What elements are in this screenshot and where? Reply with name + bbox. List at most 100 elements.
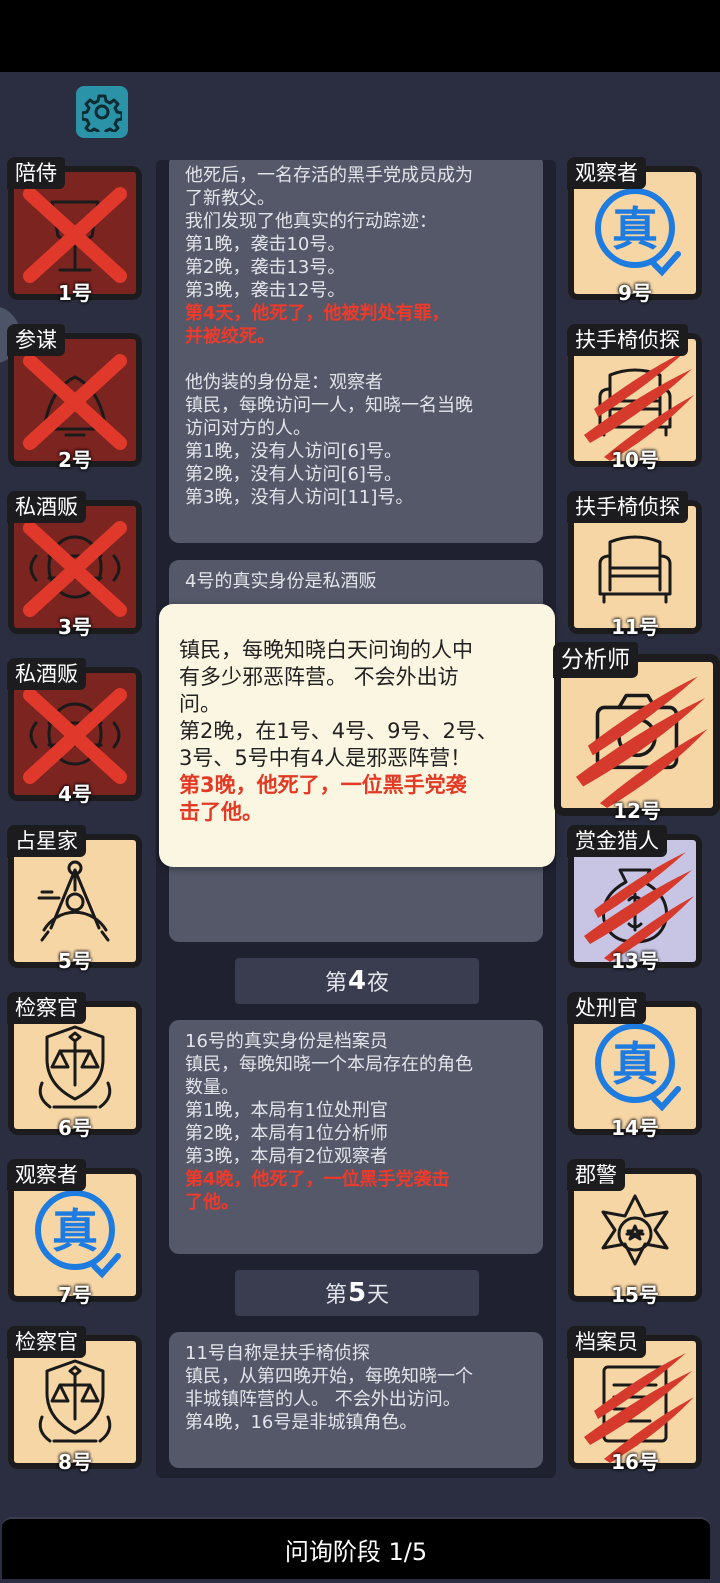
role-portrait: 真 [574, 172, 696, 294]
player-number: 1号 [58, 281, 92, 305]
role-portrait [574, 339, 696, 461]
status-bar [0, 0, 720, 72]
log-line: 第1晚，本局有1位处刑官 [185, 1100, 388, 1121]
player-card-3[interactable]: 私酒贩 3号 [7, 491, 142, 640]
player-card-6[interactable]: 检察官 6号 [7, 992, 142, 1141]
role-label: 检察官 [7, 1326, 86, 1358]
player-card-5[interactable]: 占星家 5号 [7, 825, 142, 974]
log-line: 我们发现了他真实的行动踪迹： [185, 211, 437, 232]
role-portrait: 真 [14, 1174, 136, 1296]
true-stamp-icon: 真 [595, 188, 681, 277]
role-portrait [14, 673, 136, 795]
player-number: 10号 [611, 448, 659, 472]
sextant-icon [37, 860, 110, 942]
dead-x-mark [23, 521, 127, 617]
role-portrait [14, 1007, 136, 1129]
role-portrait [574, 1341, 696, 1463]
log-line: 第3晚，本局有2位观察者 [185, 1146, 388, 1167]
player-number: 12号 [613, 799, 661, 823]
role-info-popup[interactable]: 镇民，每晚知晓白天问询的人中 有多少邪恶阵营。 不会外出访 问。第2晚，在1号、4号… [159, 604, 555, 867]
role-label: 郡警 [567, 1159, 625, 1191]
popup-line: 第2晚，在1号、4号、9号、2号、 [179, 719, 498, 743]
role-portrait [14, 172, 136, 294]
log-message: 他死后，一名存活的黑手党成员成为 了新教父。 我们发现了他真实的行动踪迹： 第1晚，袭… [169, 160, 543, 543]
log-line: 镇民，从第四晚开始，每晚知晓一个 [185, 1366, 473, 1387]
claw-slash-mark [575, 676, 708, 808]
player-number: 11号 [611, 615, 659, 639]
player-number: 9号 [618, 281, 652, 305]
svg-text:真: 真 [52, 1204, 98, 1258]
day-5-banner: 第5天 [235, 1270, 479, 1316]
svg-text:真: 真 [612, 1037, 658, 1091]
player-card-16[interactable]: 档案员 16号 [567, 1326, 702, 1475]
settings-button[interactable] [76, 86, 128, 138]
popup-line: 3号、5号中有4人是邪恶阵营！ [179, 746, 472, 770]
player-number: 5号 [58, 949, 92, 973]
player-number: 13号 [611, 949, 659, 973]
player-card-12[interactable]: 分析师 12号 [553, 642, 720, 824]
player-card-8[interactable]: 检察官 8号 [7, 1326, 142, 1475]
phase-bar: 问询阶段 1/5 [2, 1517, 710, 1579]
log-line-highlight: 第4晚，他死了，一位黑手党袭击 [185, 1169, 450, 1190]
role-label: 观察者 [7, 1159, 86, 1191]
player-number: 4号 [58, 782, 92, 806]
true-stamp-icon: 真 [35, 1190, 121, 1279]
player-card-14[interactable]: 真 处刑官 14号 [567, 992, 702, 1141]
role-label: 处刑官 [567, 992, 646, 1024]
log-message: 16号的真实身份是档案员 镇民，每晚知晓一个本局存在的角色 数量。 第1晚，本局有1位… [169, 1020, 543, 1254]
player-card-11[interactable]: 扶手椅侦探 11号 [567, 491, 702, 640]
role-label: 占星家 [7, 825, 86, 857]
role-portrait [574, 840, 696, 962]
role-portrait [14, 506, 136, 628]
role-portrait: 真 [574, 1007, 696, 1129]
justice-shield-icon [38, 1025, 112, 1109]
log-line: 他伪装的身份是：观察者 [185, 372, 383, 393]
role-label: 参谋 [7, 324, 65, 356]
popup-line-highlight: 第3晚，他死了，一位黑手党袭 [179, 773, 467, 797]
night-4-banner: 第4夜 [235, 958, 479, 1004]
player-card-2[interactable]: 参谋 2号 [7, 324, 142, 473]
log-line: 数量。 [185, 1077, 239, 1098]
log-line: 第2晚，袭击13号。 [185, 257, 346, 278]
sheriff-star-icon [601, 1194, 669, 1266]
player-number: 7号 [58, 1283, 92, 1307]
player-card-9[interactable]: 真 观察者 9号 [567, 157, 702, 306]
role-portrait [14, 339, 136, 461]
log-line: 访问对方的人。 [185, 418, 311, 439]
player-card-15[interactable]: 郡警 15号 [567, 1159, 702, 1308]
claw-slash-mark [584, 351, 694, 461]
log-line-highlight: 了他。 [185, 1192, 239, 1213]
log-line: 16号的真实身份是档案员 [185, 1031, 388, 1052]
role-label: 观察者 [567, 157, 646, 189]
claw-slash-mark [584, 1353, 694, 1463]
log-line: 11号自称是扶手椅侦探 [185, 1343, 370, 1364]
player-card-4[interactable]: 私酒贩 4号 [7, 658, 142, 807]
log-line: 镇民，每晚知晓一个本局存在的角色 [185, 1054, 473, 1075]
popup-line: 镇民，每晚知晓白天问询的人中 [179, 638, 473, 662]
role-portrait [574, 506, 696, 628]
log-line: 他死后，一名存活的黑手党成员成为 [185, 165, 473, 186]
dead-x-mark [23, 354, 127, 450]
player-number: 2号 [58, 448, 92, 472]
log-line: 第3晚，袭击12号。 [185, 280, 346, 301]
popup-line: 有多少邪恶阵营。 不会外出访 [179, 665, 459, 689]
player-card-10[interactable]: 扶手椅侦探 10号 [567, 324, 702, 473]
log-line: 第4晚，16号是非城镇角色。 [185, 1412, 418, 1433]
claw-slash-mark [584, 852, 694, 962]
role-label: 赏金猎人 [567, 825, 667, 857]
log-line: 镇民，每晚访问一人，知晓一名当晚 [185, 395, 473, 416]
log-line-highlight: 第4天，他死了，他被判处有罪， [185, 303, 450, 324]
player-card-13[interactable]: 赏金猎人 13号 [567, 825, 702, 974]
role-label: 扶手椅侦探 [567, 491, 688, 523]
player-card-7[interactable]: 真 观察者 7号 [7, 1159, 142, 1308]
role-label: 分析师 [553, 642, 638, 678]
player-card-1[interactable]: 陪侍 1号 [7, 157, 142, 306]
dead-x-mark [23, 187, 127, 283]
justice-shield-icon [38, 1359, 112, 1443]
log-line: 4号的真实身份是私酒贩 [185, 571, 377, 592]
log-line-highlight: 并被绞死。 [185, 326, 275, 347]
popup-line: 问。 [179, 692, 221, 716]
svg-text:真: 真 [612, 202, 658, 256]
log-line: 第2晚，没有人访问[6]号。 [185, 464, 402, 485]
